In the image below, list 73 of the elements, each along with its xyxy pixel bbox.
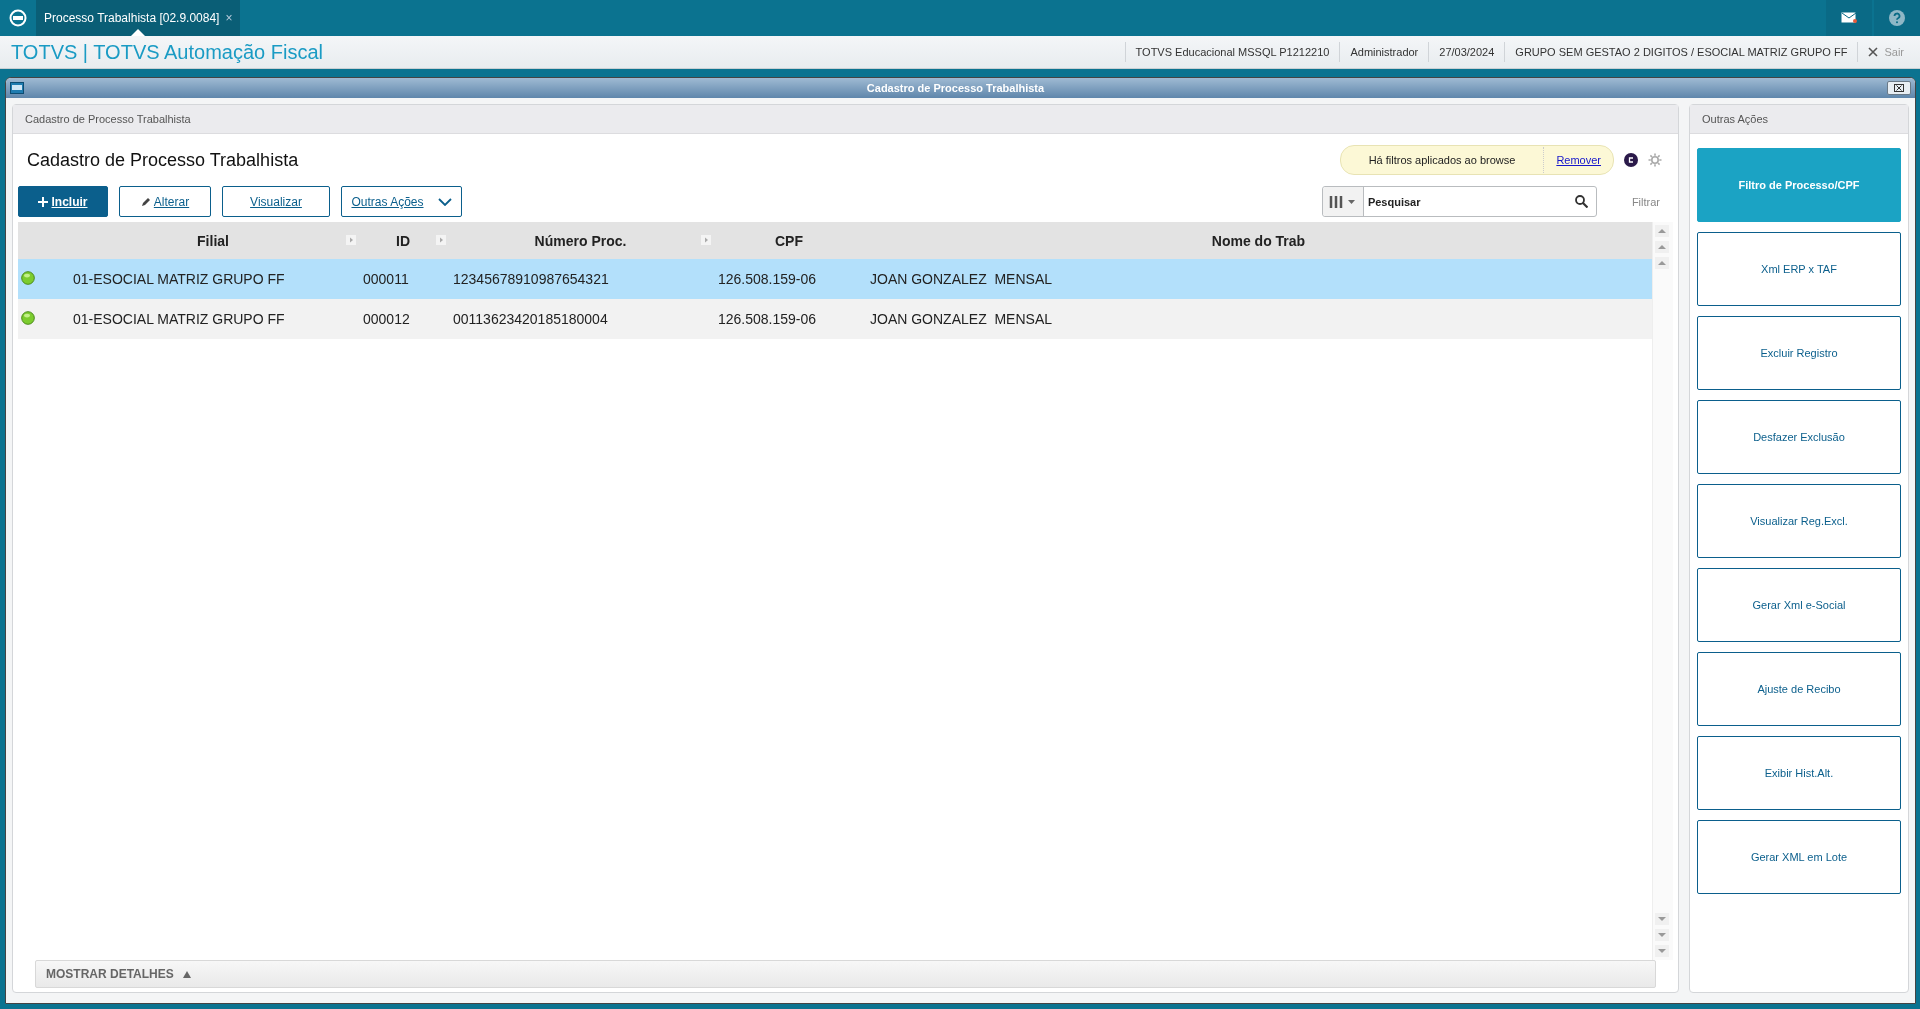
status-icon[interactable] <box>1624 153 1638 167</box>
table-cell-text: 12345678910987654321 <box>452 271 610 287</box>
show-details-button[interactable]: MOSTRAR DETALHES <box>35 960 1656 988</box>
search-field[interactable]: Pesquisar <box>1321 186 1597 217</box>
window-tab[interactable]: Processo Trabalhista [02.9.0084] × <box>36 0 241 36</box>
action-button[interactable]: Exibir Hist.Alt. <box>1697 736 1901 810</box>
chevron-down-icon <box>437 197 452 206</box>
table-cell-text: 126.508.159-06 <box>717 311 818 327</box>
tab-close[interactable]: × <box>225 11 233 25</box>
status-dot-icon <box>21 270 35 285</box>
plus-icon <box>38 196 49 207</box>
table-cell-text: 01-ESOCIAL MATRIZ GRUPO FF <box>72 271 286 287</box>
column-header[interactable]: ID <box>358 222 448 259</box>
triangle-up-icon <box>182 970 191 978</box>
scroll-up-icon[interactable] <box>1655 257 1669 269</box>
filter-link[interactable]: Filtrar <box>1631 195 1660 208</box>
sort-icon[interactable] <box>436 235 446 245</box>
panel-header: Cadastro de Processo Trabalhista <box>13 105 1678 134</box>
page-heading: Cadastro de Processo Trabalhista <box>27 149 300 171</box>
action-button[interactable]: Gerar Xml e-Social <box>1697 568 1901 642</box>
window-close-button[interactable] <box>1887 81 1911 95</box>
settings-icon[interactable] <box>1648 153 1662 167</box>
pencil-icon <box>140 196 151 207</box>
remove-filter-link[interactable]: Remover <box>1543 147 1613 173</box>
window-title: Cadastro de Processo Trabalhista <box>865 82 1046 94</box>
action-button[interactable]: Desfazer Exclusão <box>1697 400 1901 474</box>
table-cell-text: JOAN GONZALEZ MENSAL <box>869 311 1054 327</box>
toolbar-button[interactable]: Visualizar <box>222 186 330 217</box>
toolbar-button[interactable]: Outras Ações <box>341 186 462 217</box>
app-logo-icon[interactable] <box>9 9 27 27</box>
sort-icon[interactable] <box>701 235 711 245</box>
table-row[interactable]: 01-ESOCIAL MATRIZ GRUPO FF 000012 00113623420185180004 126.508.159-06 JOAN GONZALEZ MENSAL <box>18 299 1652 339</box>
column-header[interactable]: Filial <box>68 222 358 259</box>
filter-notice-text: Há filtros aplicados ao browse <box>1367 154 1517 166</box>
app-title: TOTVS | TOTVS Automação Fiscal <box>10 40 324 64</box>
window-icon <box>10 82 24 94</box>
scroll-down-icon[interactable] <box>1655 913 1669 925</box>
close-icon <box>1894 84 1904 92</box>
columns-dropdown-icon[interactable] <box>1328 195 1357 208</box>
toolbar-button[interactable]: Alterar <box>119 186 211 217</box>
table-cell-text: 000012 <box>362 311 411 327</box>
search-input[interactable]: Pesquisar <box>1363 187 1567 216</box>
session-info: TOTVS Educacional MSSQL P1212210 <box>1124 42 1340 62</box>
column-header[interactable]: Número Proc. <box>448 222 713 259</box>
table-cell-text: 126.508.159-06 <box>717 271 818 287</box>
table-cell-text: JOAN GONZALEZ MENSAL <box>869 271 1054 287</box>
column-header[interactable]: Nome do Trab <box>865 222 1652 259</box>
scroll-up-icon[interactable] <box>1655 225 1669 237</box>
session-info: 27/03/2024 <box>1428 42 1505 62</box>
action-button[interactable]: Visualizar Reg.Excl. <box>1697 484 1901 558</box>
table-cell-text: 01-ESOCIAL MATRIZ GRUPO FF <box>72 311 286 327</box>
table-cell-text: 000011 <box>362 271 410 287</box>
action-button[interactable]: Xml ERP x TAF <box>1697 232 1901 306</box>
status-dot-icon <box>21 310 35 325</box>
tab-label: Processo Trabalhista [02.9.0084] <box>44 11 220 25</box>
panel-header: Outras Ações <box>1690 105 1908 134</box>
mail-icon[interactable] <box>1841 12 1857 24</box>
action-button[interactable]: Ajuste de Recibo <box>1697 652 1901 726</box>
scroll-up-icon[interactable] <box>1655 241 1669 253</box>
action-button[interactable]: Excluir Registro <box>1697 316 1901 390</box>
table-cell-text: 00113623420185180004 <box>452 311 609 327</box>
search-icon[interactable] <box>1574 195 1588 208</box>
close-icon <box>1868 47 1879 57</box>
sort-icon[interactable] <box>346 235 356 245</box>
action-button[interactable]: Gerar XML em Lote <box>1697 820 1901 894</box>
session-info: GRUPO SEM GESTAO 2 DIGITOS / ESOCIAL MATRIZ GRUPO FF <box>1504 42 1858 62</box>
column-header[interactable]: CPF <box>713 222 865 259</box>
scroll-down-icon[interactable] <box>1655 945 1669 957</box>
help-icon[interactable] <box>1889 10 1905 26</box>
toolbar-button[interactable]: Incluir <box>18 186 108 217</box>
table-row[interactable]: 01-ESOCIAL MATRIZ GRUPO FF 000011 12345678910987654321 126.508.159-06 JOAN GONZALEZ MENSAL <box>18 259 1652 299</box>
session-info: Administrador <box>1339 42 1429 62</box>
scroll-down-icon[interactable] <box>1655 929 1669 941</box>
